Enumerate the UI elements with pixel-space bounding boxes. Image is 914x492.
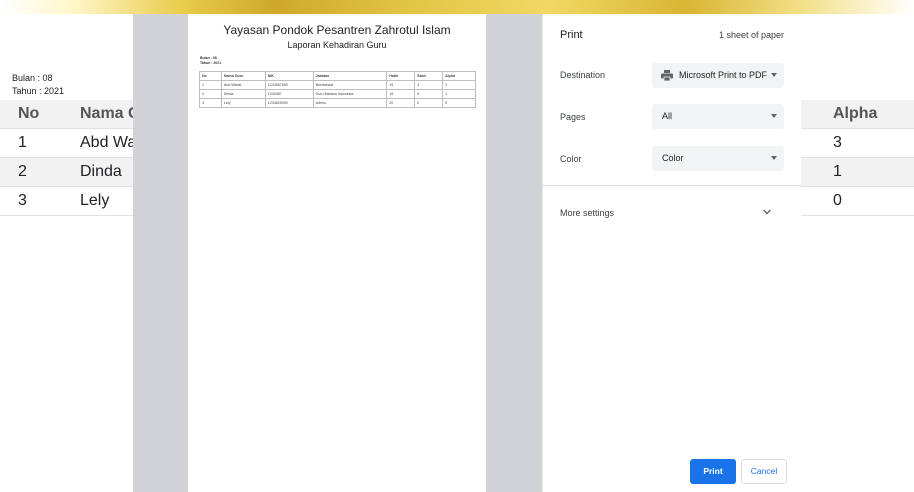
row-no: 1 [18,134,27,151]
month-label: Bulan : 08 [12,73,53,83]
preview-header-cell: Sakit [414,71,444,81]
preview-cell: Abd Wahid [220,80,266,90]
row-nama: Lely [80,192,110,209]
header-alpha: Alpha [833,105,878,122]
preview-subtitle: Laporan Kehadiran Guru [287,40,387,50]
print-settings-panel: Print 1 sheet of paper Destination Micro… [542,14,801,492]
preview-header-cell: No [199,71,222,81]
settings-divider [543,185,801,186]
chevron-down-icon[interactable] [762,208,772,216]
preview-cell: 2 [199,89,222,99]
row-nama: Dinda [80,163,122,180]
preview-row: 3 Lely 1234629099 Admin 20 0 0 [199,98,476,108]
preview-table: No Nama Guru NIK Jabatan Hadir Sakit Alp… [199,71,476,108]
print-button[interactable]: Print [690,459,736,484]
preview-cell: 3 [414,80,444,90]
cancel-button[interactable]: Cancel [741,459,787,484]
preview-cell: 1234629099 [264,98,314,108]
pages-label: Pages [560,112,586,122]
preview-cell: Dinda [220,89,266,99]
preview-cell: 1230987 [264,89,314,99]
row-no: 2 [18,163,27,180]
chevron-down-icon [771,156,777,160]
header-banner-image [0,0,914,14]
preview-cell: 1 [199,80,222,90]
preview-cell: Guru Bahasa Indonesia [312,89,388,99]
chevron-down-icon [771,114,777,118]
color-select[interactable]: Color [652,146,784,171]
preview-header-cell: NIK [264,71,314,81]
preview-cell: 5 [414,89,444,99]
chevron-down-icon [771,73,777,77]
destination-label: Destination [560,70,606,80]
header-no: No [18,105,40,122]
pages-select[interactable]: All [652,104,784,129]
sheet-count: 1 sheet of paper [718,30,784,40]
year-label: Tahun : 2021 [12,86,65,96]
preview-cell: 19 [386,80,416,90]
preview-cell: Lely [220,98,266,108]
preview-cell: 15 [386,89,416,99]
color-label: Color [560,154,582,164]
preview-title: Yayasan Pondok Pesantren Zahrotul Islam [223,23,451,37]
preview-backdrop-left [133,14,188,492]
preview-month: Bulan : 08 [200,56,217,60]
preview-backdrop-right [486,14,542,492]
preview-cell: 1 [442,89,476,99]
preview-header-cell: Hadir [386,71,416,81]
preview-cell: Bendahara [312,80,388,90]
printer-icon [661,70,673,81]
preview-cell: Admin [312,98,388,108]
row-alpha: 3 [833,134,842,151]
row-alpha: 0 [833,192,842,209]
preview-header-cell: Jabatan [312,71,388,81]
preview-header-cell: Alpha [442,71,476,81]
preview-year: Tahun : 2021 [200,61,222,65]
destination-value: Microsoft Print to PDF [679,70,768,80]
preview-row: 1 Abd Wahid 1234567890 Bendahara 19 3 3 [199,80,476,90]
preview-cell: 1234567890 [264,80,314,90]
preview-header-row: No Nama Guru NIK Jabatan Hadir Sakit Alp… [199,71,476,81]
more-settings-toggle[interactable]: More settings [560,208,614,218]
destination-select[interactable]: Microsoft Print to PDF [652,63,784,88]
preview-cell: 3 [199,98,222,108]
preview-cell: 3 [442,80,476,90]
preview-row: 2 Dinda 1230987 Guru Bahasa Indonesia 15… [199,89,476,99]
row-no: 3 [18,192,27,209]
preview-cell: 0 [414,98,444,108]
color-value: Color [662,153,684,163]
pages-value: All [662,111,673,121]
preview-cell: 20 [386,98,416,108]
print-dialog-title: Print [560,29,583,41]
preview-header-cell: Nama Guru [220,71,266,81]
preview-cell: 0 [442,98,476,108]
row-alpha: 1 [833,163,842,180]
print-preview-page: Yayasan Pondok Pesantren Zahrotul Islam … [188,14,486,492]
